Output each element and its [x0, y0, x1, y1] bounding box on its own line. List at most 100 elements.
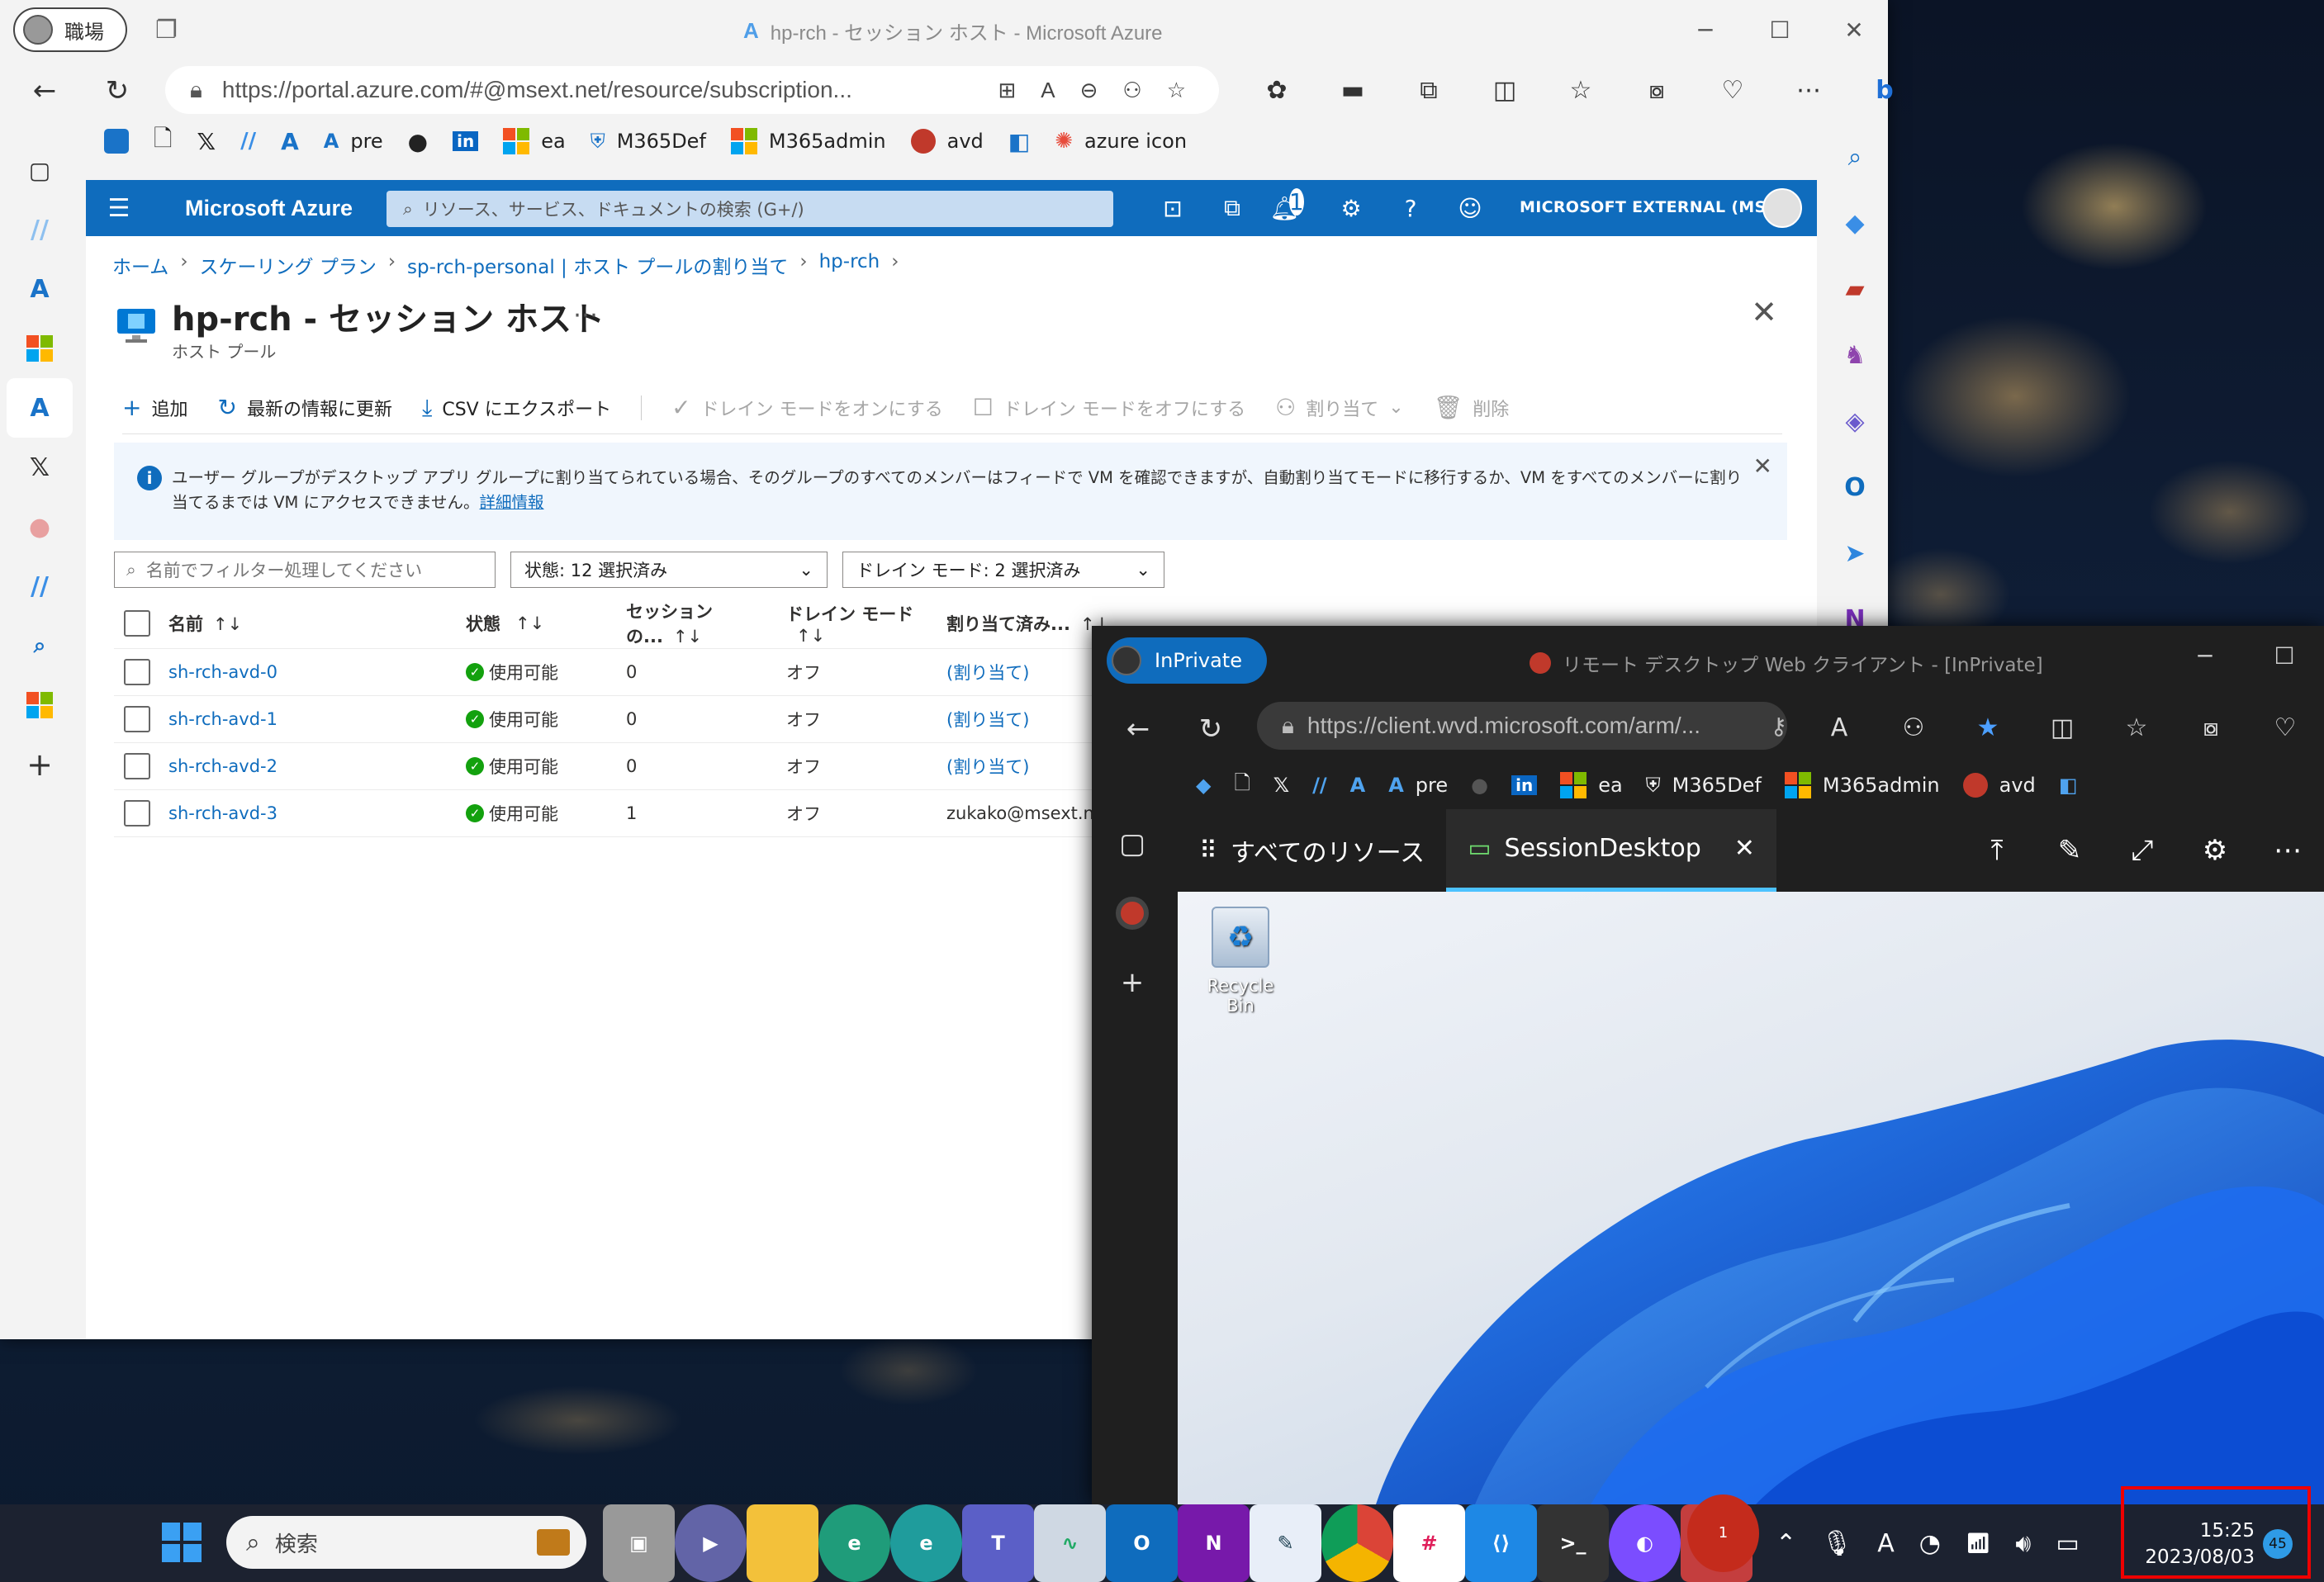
close-window-button[interactable]: ✕: [1817, 12, 1891, 48]
learn-more-link[interactable]: 詳細情報: [480, 493, 544, 512]
extension-icon-1[interactable]: ✿: [1239, 63, 1315, 117]
close-icon[interactable]: ✕: [1734, 834, 1755, 863]
share-icon[interactable]: ⚇: [1876, 703, 1951, 751]
favorite-star-icon[interactable]: ☆: [1167, 78, 1186, 103]
taskbar-chat[interactable]: ▶: [675, 1504, 747, 1582]
wifi-icon[interactable]: 📶︎: [1966, 1532, 1990, 1555]
fav-pre[interactable]: Apre: [324, 130, 383, 153]
x-fav-icon[interactable]: 𝕏: [197, 128, 216, 155]
read-aloud-icon[interactable]: A: [1041, 78, 1055, 103]
tab-all-resources[interactable]: ⠿ すべてのリソース: [1178, 809, 1446, 892]
sidebar-outlook-icon[interactable]: O: [1822, 454, 1888, 520]
row-checkbox[interactable]: [124, 800, 150, 827]
rd-back-button[interactable]: ←: [1102, 705, 1174, 753]
taskbar-slack[interactable]: #: [1393, 1504, 1465, 1582]
name-filter-input[interactable]: ⌕ 名前でフィルター処理してください: [114, 552, 496, 588]
battery-icon[interactable]: ▭: [2056, 1529, 2079, 1558]
refresh-button[interactable]: ↻: [84, 64, 150, 118]
fav-avd[interactable]: avd: [910, 129, 984, 154]
collections-icon[interactable]: ⧇: [2174, 703, 2248, 751]
split-screen-icon[interactable]: ◫: [2025, 703, 2099, 751]
vtab-microsoft-2[interactable]: [0, 675, 79, 735]
drain-filter-dropdown[interactable]: ドレイン モード: 2 選択済み ⌄: [842, 552, 1164, 588]
fullscreen-icon[interactable]: ⤢: [2106, 834, 2179, 867]
host-name-link[interactable]: sh-rch-avd-0: [168, 662, 466, 682]
hamburger-menu-icon[interactable]: ☰: [86, 194, 152, 223]
back-button[interactable]: ←: [12, 64, 78, 118]
sidebar-search-icon[interactable]: ⌕: [1822, 124, 1888, 190]
table-row[interactable]: sh-rch-avd-1 ✓ 使用可能 0 オフ (割り当て): [114, 696, 1179, 743]
favorites-icon[interactable]: ☆: [1543, 63, 1619, 117]
tenant-name[interactable]: MICROSOFT EXTERNAL (MSE...: [1520, 198, 1795, 216]
taskbar-teams[interactable]: T: [962, 1504, 1034, 1582]
favorite-star-filled-icon[interactable]: ★: [1951, 703, 2025, 751]
vtab-remote-desktop[interactable]: [1092, 879, 1173, 948]
vtab-avd[interactable]: ●: [0, 497, 79, 557]
vtab-x[interactable]: 𝕏: [0, 438, 79, 497]
inprivate-badge[interactable]: InPrivate: [1107, 637, 1267, 684]
fav-azure-icon[interactable]: ✺ azure icon: [1055, 129, 1187, 154]
tab-actions-icon[interactable]: ▢: [0, 140, 79, 200]
new-tab-button[interactable]: +: [1092, 948, 1173, 1017]
chevron-up-icon[interactable]: ⌃: [1776, 1529, 1796, 1558]
performance-icon[interactable]: ♡: [2248, 703, 2322, 751]
performance-icon[interactable]: ♡: [1695, 63, 1771, 117]
table-row[interactable]: sh-rch-avd-2 ✓ 使用可能 0 オフ (割り当て): [114, 743, 1179, 790]
document-fav-icon[interactable]: 🗋: [1234, 769, 1250, 803]
copilot-icon[interactable]: b: [1847, 63, 1923, 117]
taskbar-search[interactable]: ⌕ 検索: [226, 1516, 586, 1569]
taskbar-teams-new[interactable]: T1: [1681, 1494, 1759, 1582]
cloud-shell-icon[interactable]: ⊡: [1143, 195, 1202, 222]
notifications-bell-icon[interactable]: 🔔︎1: [1262, 187, 1321, 222]
more-options-icon[interactable]: ⋯: [1771, 63, 1847, 117]
rd-address-bar[interactable]: 🔒︎ https://client.wvd.microsoft.com/arm/…: [1257, 702, 1787, 750]
fav-ea[interactable]: ea: [503, 128, 566, 154]
azure-fav-icon[interactable]: A: [1350, 774, 1366, 797]
vtab-azure[interactable]: A: [0, 259, 79, 319]
vtab-azure-devops-2[interactable]: //: [0, 557, 79, 616]
vtab-microsoft[interactable]: [0, 319, 79, 378]
taskbar-clock[interactable]: 15:25 2023/08/03: [2122, 1518, 2255, 1570]
fav-m365admin[interactable]: M365admin: [730, 128, 886, 154]
vtab-search[interactable]: ⌕: [0, 616, 79, 675]
breadcrumb-scaling-plan[interactable]: スケーリング プラン: [200, 251, 377, 279]
recycle-bin-desktop-icon[interactable]: ♻ Recycle Bin: [1191, 907, 1290, 1016]
minimize-button[interactable]: ─: [1668, 12, 1743, 48]
taskbar-onenote[interactable]: N: [1178, 1504, 1250, 1582]
taskbar-whiteboard[interactable]: ✎: [1250, 1504, 1321, 1582]
col-drain[interactable]: ドレイン モード↑↓: [786, 601, 946, 646]
edge-fav-icon[interactable]: ◆: [1196, 774, 1211, 797]
fav-m365admin[interactable]: M365admin: [1784, 772, 1940, 798]
sidebar-games-icon[interactable]: ♞: [1822, 322, 1888, 388]
split-screen-icon[interactable]: ◫: [1467, 63, 1543, 117]
azure-devops-fav-icon[interactable]: //: [1312, 774, 1327, 797]
state-filter-dropdown[interactable]: 状態: 12 選択済み ⌄: [510, 552, 828, 588]
ime-indicator[interactable]: A: [1877, 1529, 1895, 1558]
vtab-azure-active[interactable]: A: [7, 378, 73, 438]
taskbar-edge-profile[interactable]: e: [818, 1504, 890, 1582]
taskbar-edge[interactable]: e: [890, 1504, 962, 1582]
breadcrumb-assignment[interactable]: sp-rch-personal | ホスト プールの割り当て: [407, 251, 788, 279]
remote-desktop-screen[interactable]: ♻ Recycle Bin: [1178, 892, 2324, 1504]
select-all-checkbox[interactable]: [124, 609, 150, 637]
feedback-icon[interactable]: ☺: [1440, 195, 1500, 222]
taskbar-explorer[interactable]: [747, 1504, 818, 1582]
delete-button[interactable]: 🗑︎ 削除: [1434, 394, 1510, 421]
azure-fav-icon[interactable]: A: [281, 128, 299, 155]
maximize-button[interactable]: ☐: [1743, 12, 1817, 48]
vtab-azure-devops[interactable]: //: [0, 200, 79, 259]
edge-fav-icon[interactable]: [104, 129, 129, 154]
address-bar[interactable]: 🔒︎ https://portal.azure.com/#@msext.net/…: [165, 66, 1219, 114]
row-checkbox[interactable]: [124, 706, 150, 732]
taskbar-outlook[interactable]: O: [1106, 1504, 1178, 1582]
rd-refresh-button[interactable]: ↻: [1174, 705, 1247, 753]
help-icon[interactable]: ?: [1381, 195, 1440, 222]
user-avatar[interactable]: [1762, 188, 1802, 228]
sidebar-tools-icon[interactable]: ▰: [1822, 256, 1888, 322]
taskbar-task-view[interactable]: ▣: [603, 1504, 675, 1582]
document-fav-icon[interactable]: 🗋: [154, 121, 173, 161]
settings-gear-icon[interactable]: ⚙: [2179, 834, 2251, 867]
volume-icon[interactable]: 🔊︎: [2015, 1529, 2031, 1558]
col-sessions[interactable]: セッションの... ↑↓: [626, 599, 786, 648]
dismiss-banner-icon[interactable]: ✕: [1753, 454, 1772, 479]
